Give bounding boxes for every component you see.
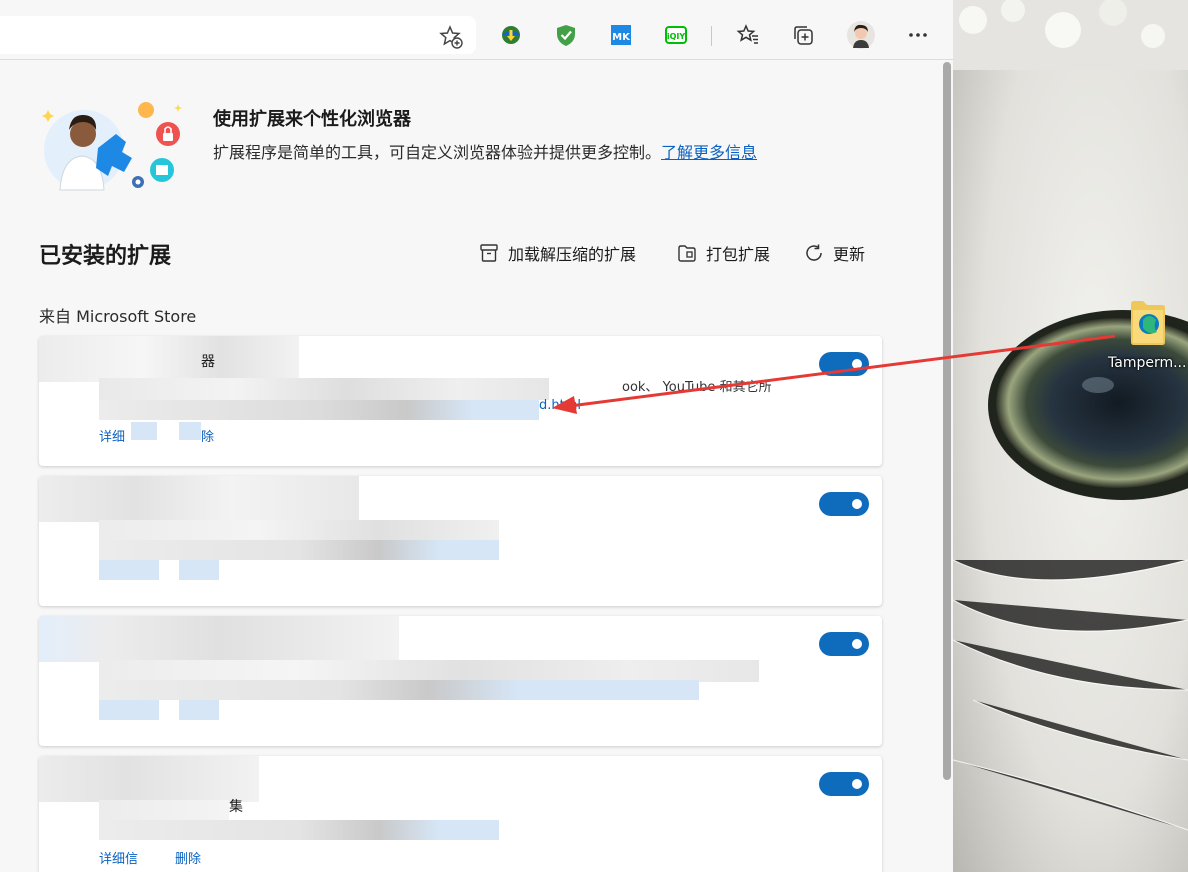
extensions-illustration	[38, 98, 188, 194]
refresh-icon	[806, 244, 822, 261]
blurred-description	[99, 800, 229, 820]
blurred-description	[99, 660, 759, 682]
svg-text:iQIY: iQIY	[667, 32, 686, 41]
iqiyi-extension-icon[interactable]: iQIY	[663, 22, 689, 48]
package-icon	[678, 245, 696, 262]
blurred-link-area	[179, 422, 201, 440]
desktop-file-label: Tamperm...	[1108, 355, 1187, 371]
mk-extension-icon[interactable]: MK	[608, 22, 634, 48]
extension-name-fragment: 器	[201, 354, 215, 370]
installed-extensions-title: 已安装的扩展	[39, 244, 172, 269]
extension-toggle[interactable]	[819, 632, 869, 656]
blurred-link-area	[131, 422, 157, 440]
blurred-name-area	[39, 476, 359, 522]
profile-avatar[interactable]	[846, 20, 876, 50]
blurred-name-area	[39, 336, 299, 382]
desktop-wallpaper	[953, 0, 1188, 872]
details-link[interactable]: 详细信	[99, 848, 138, 867]
collections-icon[interactable]	[790, 22, 816, 48]
blurred-remove-link[interactable]	[179, 560, 219, 580]
learn-more-link[interactable]: 了解更多信息	[661, 143, 757, 162]
cat-wallpaper-image	[953, 0, 1188, 872]
pack-extension-label: 打包扩展	[706, 245, 771, 264]
extension-description-fragment: ook、 YouTube 和其它所	[622, 380, 772, 395]
archive-icon	[480, 244, 498, 262]
blurred-name-area	[39, 756, 259, 802]
extension-name-fragment: 集	[229, 799, 243, 815]
address-bar[interactable]	[0, 16, 476, 54]
update-button[interactable]: 更新	[803, 240, 865, 266]
download-manager-icon[interactable]	[498, 22, 524, 48]
load-unpacked-button[interactable]: 加载解压缩的扩展	[478, 240, 636, 266]
blurred-name-area	[39, 616, 399, 662]
blurred-link-area	[99, 400, 539, 420]
details-link[interactable]: 详细	[99, 426, 125, 445]
browser-toolbar: MK iQIY	[0, 0, 953, 60]
extension-card-3	[39, 616, 882, 746]
remove-link[interactable]: 删除	[175, 848, 201, 867]
blurred-description	[99, 520, 499, 542]
scrollbar[interactable]	[943, 62, 951, 780]
blurred-details-link[interactable]	[99, 700, 159, 720]
browser-window: MK iQIY 使用扩展来个性化浏览器 扩展程序是简单的工具，可自定义浏览器体验…	[0, 0, 953, 872]
blurred-remove-link[interactable]	[179, 700, 219, 720]
extension-card-1: 器 ook、 YouTube 和其它所 d.html 详细 除	[39, 336, 882, 466]
extension-link-fragment[interactable]: d.html	[539, 398, 581, 413]
update-label: 更新	[833, 245, 866, 264]
hero-description: 扩展程序是简单的工具，可自定义浏览器体验并提供更多控制。了解更多信息	[213, 139, 757, 163]
remove-link[interactable]: 除	[201, 426, 214, 445]
load-unpacked-label: 加载解压缩的扩展	[508, 245, 637, 264]
blurred-link-area	[99, 820, 499, 840]
extension-card-2	[39, 476, 882, 606]
hero-title: 使用扩展来个性化浏览器	[213, 109, 411, 130]
tampermonkey-file-icon[interactable]	[1127, 298, 1169, 348]
favorites-icon[interactable]	[735, 22, 761, 48]
store-section-label: 来自 Microsoft Store	[39, 307, 197, 326]
extension-card-4: 集 详细信 删除	[39, 756, 882, 872]
toolbar-divider	[711, 26, 712, 46]
adguard-shield-icon[interactable]	[553, 22, 579, 48]
favorite-add-icon[interactable]	[438, 24, 464, 50]
blurred-link-area	[99, 680, 699, 700]
hero-description-text: 扩展程序是简单的工具，可自定义浏览器体验并提供更多控制。	[213, 143, 662, 162]
svg-text:MK: MK	[612, 32, 631, 43]
pack-extension-button[interactable]: 打包扩展	[676, 240, 770, 266]
more-icon[interactable]	[905, 22, 931, 48]
blurred-details-link[interactable]	[99, 560, 159, 580]
extension-toggle[interactable]	[819, 492, 869, 516]
blurred-description	[99, 378, 549, 400]
extension-toggle[interactable]	[819, 772, 869, 796]
blurred-link-area	[99, 540, 499, 560]
extension-toggle[interactable]	[819, 352, 869, 376]
